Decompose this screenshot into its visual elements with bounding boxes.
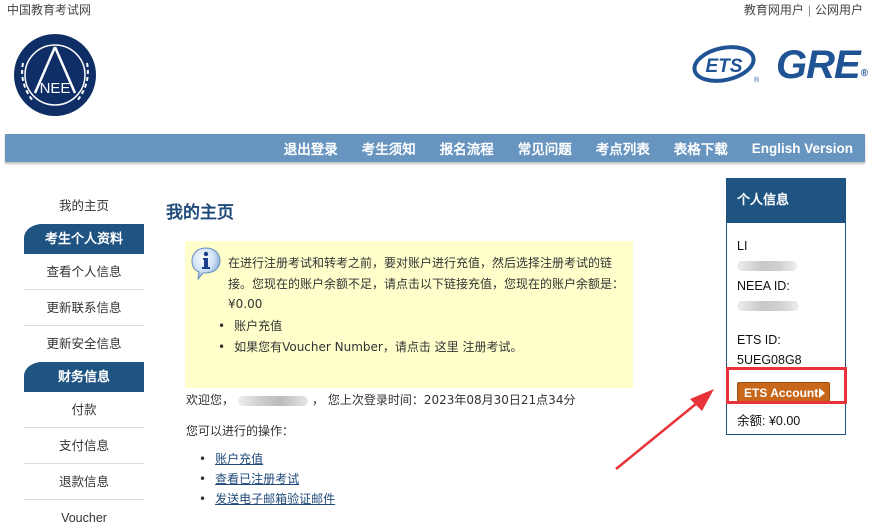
nav-faq[interactable]: 常见问题: [518, 138, 572, 158]
operations-list: 账户充值 查看已注册考试 发送电子邮箱验证邮件: [199, 449, 335, 509]
nav-registration-process[interactable]: 报名流程: [440, 138, 494, 158]
redacted-given-name: [737, 261, 797, 271]
notice-voucher-text[interactable]: 如果您有Voucher Number，请点击 这里 注册考试。: [234, 340, 522, 354]
welcome-prefix: 欢迎您，: [186, 393, 235, 407]
public-user-link[interactable]: 公网用户: [815, 3, 863, 17]
notice-text: 在进行注册考试和转考之前，要对账户进行充值，然后选择注册考试的链接。您现在的账户…: [228, 256, 625, 311]
redacted-neea-id: [737, 301, 799, 311]
page-title: 我的主页: [166, 203, 234, 222]
neea-id-label: NEEA ID:: [737, 279, 790, 293]
site-home-link[interactable]: 中国教育考试网: [7, 1, 91, 18]
notice-list: 账户充值 如果您有Voucher Number，请点击 这里 注册考试。: [218, 316, 522, 358]
nav-logout[interactable]: 退出登录: [284, 138, 338, 158]
sidebar-item-home[interactable]: 我的主页: [24, 188, 144, 224]
main-nav: 退出登录 考生须知 报名流程 常见问题 考点列表 表格下载 English Ve…: [5, 134, 865, 162]
sidebar-item-update-contact[interactable]: 更新联系信息: [24, 290, 144, 326]
notice-item: 如果您有Voucher Number，请点击 这里 注册考试。: [218, 337, 522, 358]
balance-text: 余额: ¥0.00: [737, 414, 801, 428]
last-login-text: ， 您上次登录时间：2023年08月30日21点34分: [312, 393, 576, 407]
profile-title: 个人信息: [727, 179, 845, 223]
ets-id-label: ETS ID:: [737, 333, 781, 347]
svg-text:®: ®: [754, 76, 760, 84]
info-icon: [191, 247, 221, 280]
neea-logo-icon: NEE: [14, 34, 96, 116]
edu-user-link[interactable]: 教育网用户: [744, 3, 804, 17]
nav-form-download[interactable]: 表格下载: [674, 138, 728, 158]
sidebar-item-update-security[interactable]: 更新安全信息: [24, 326, 144, 362]
operation-item: 查看已注册考试: [199, 469, 335, 489]
user-type-links: 教育网用户 | 公网用户: [744, 1, 863, 18]
send-verification-email-link[interactable]: 发送电子邮箱验证邮件: [215, 492, 335, 506]
annotation-highlight-box: [726, 367, 847, 404]
ets-logo-icon: ETS ®: [692, 45, 760, 84]
sidebar-item-voucher[interactable]: Voucher: [24, 500, 144, 532]
recharge-account-link[interactable]: 账户充值: [215, 452, 263, 466]
notice-recharge-link[interactable]: 账户充值: [234, 319, 282, 333]
profile-name: LI: [737, 239, 748, 253]
svg-text:ETS: ETS: [706, 56, 743, 77]
nav-candidate-notice[interactable]: 考生须知: [362, 138, 416, 158]
view-registered-tests-link[interactable]: 查看已注册考试: [215, 472, 299, 486]
sidebar-section-finance: 财务信息: [24, 362, 144, 392]
nav-english-version[interactable]: English Version: [752, 141, 853, 156]
sidebar-item-payment-info[interactable]: 支付信息: [24, 428, 144, 464]
sidebar-item-refund-info[interactable]: 退款信息: [24, 464, 144, 500]
sidebar-section-personal: 考生个人资料: [24, 224, 144, 254]
separator: |: [807, 3, 811, 17]
sidebar-item-view-info[interactable]: 查看个人信息: [24, 254, 144, 290]
nav-test-center-list[interactable]: 考点列表: [596, 138, 650, 158]
sidebar-item-payment[interactable]: 付款: [24, 392, 144, 428]
redacted-username: [238, 395, 309, 406]
notice-box: 在进行注册考试和转考之前，要对账户进行充值，然后选择注册考试的链接。您现在的账户…: [185, 241, 633, 388]
sidebar: 我的主页 考生个人资料 查看个人信息 更新联系信息 更新安全信息 财务信息 付款…: [24, 188, 144, 532]
annotation-arrow-icon: [615, 389, 714, 470]
operations-title: 您可以进行的操作：: [186, 424, 295, 438]
gre-logo: GRE®: [776, 43, 868, 87]
operation-item: 账户充值: [199, 449, 335, 469]
svg-text:NEE: NEE: [40, 80, 71, 97]
notice-item: 账户充值: [218, 316, 522, 337]
operation-item: 发送电子邮箱验证邮件: [199, 489, 335, 509]
welcome-line: 欢迎您， ， 您上次登录时间：2023年08月30日21点34分: [186, 391, 575, 408]
